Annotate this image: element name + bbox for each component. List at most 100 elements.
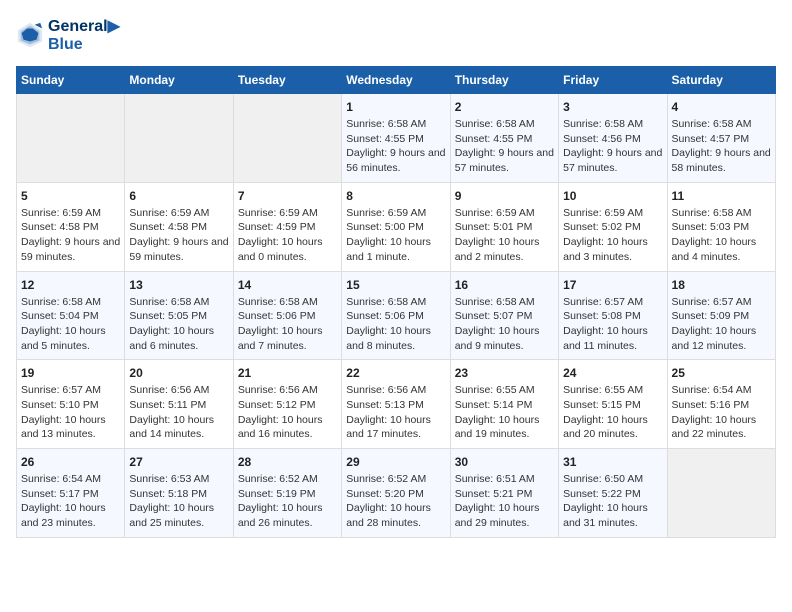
day-detail: Sunrise: 6:57 AMSunset: 5:10 PMDaylight:…: [21, 383, 120, 442]
calendar-cell: [125, 94, 233, 183]
weekday-header-sunday: Sunday: [17, 67, 125, 94]
logo-icon: [16, 21, 44, 49]
calendar-cell: 10 Sunrise: 6:59 AMSunset: 5:02 PMDayligh…: [559, 182, 667, 271]
calendar-cell: 1Sunrise: 6:58 AMSunset: 4:55 PMDaylight…: [342, 94, 450, 183]
day-detail: Sunrise: 6:56 AMSunset: 5:13 PMDaylight:…: [346, 383, 445, 442]
calendar-cell: 29Sunrise: 6:52 AMSunset: 5:20 PMDayligh…: [342, 449, 450, 538]
calendar-week-row: 19 Sunrise: 6:57 AMSunset: 5:10 PMDayligh…: [17, 360, 776, 449]
day-number: 2: [455, 100, 554, 114]
day-number: 25: [672, 366, 771, 380]
calendar-cell: 19 Sunrise: 6:57 AMSunset: 5:10 PMDayligh…: [17, 360, 125, 449]
day-number: 29: [346, 455, 445, 469]
calendar-cell: 8 Sunrise: 6:59 AMSunset: 5:00 PMDaylight…: [342, 182, 450, 271]
day-number: 18: [672, 278, 771, 292]
day-detail: Sunrise: 6:58 AMSunset: 5:07 PMDaylight:…: [455, 295, 554, 354]
calendar-cell: 22 Sunrise: 6:56 AMSunset: 5:13 PMDayligh…: [342, 360, 450, 449]
day-number: 21: [238, 366, 337, 380]
day-detail: Sunrise: 6:51 AMSunset: 5:21 PMDaylight:…: [455, 472, 554, 531]
day-number: 6: [129, 189, 228, 203]
day-detail: Sunrise: 6:58 AMSunset: 5:05 PMDaylight:…: [129, 295, 228, 354]
day-detail: Sunrise: 6:58 AMSunset: 5:06 PMDaylight:…: [346, 295, 445, 354]
day-number: 12: [21, 278, 120, 292]
day-detail: Sunrise: 6:58 AMSunset: 4:56 PMDaylight:…: [563, 117, 662, 176]
day-detail: Sunrise: 6:59 AMSunset: 4:58 PMDaylight:…: [129, 206, 228, 265]
day-detail: Sunrise: 6:59 AMSunset: 5:01 PMDaylight:…: [455, 206, 554, 265]
day-number: 30: [455, 455, 554, 469]
day-detail: Sunrise: 6:59 AMSunset: 4:59 PMDaylight:…: [238, 206, 337, 265]
day-number: 28: [238, 455, 337, 469]
calendar-cell: [17, 94, 125, 183]
day-number: 4: [672, 100, 771, 114]
day-number: 17: [563, 278, 662, 292]
calendar-cell: 20 Sunrise: 6:56 AMSunset: 5:11 PMDayligh…: [125, 360, 233, 449]
calendar-cell: 31 Sunrise: 6:50 AMSunset: 5:22 PMDayligh…: [559, 449, 667, 538]
day-detail: Sunrise: 6:59 AMSunset: 5:02 PMDaylight:…: [563, 206, 662, 265]
calendar-cell: 5 Sunrise: 6:59 AMSunset: 4:58 PMDaylight…: [17, 182, 125, 271]
day-number: 31: [563, 455, 662, 469]
calendar-cell: 18Sunrise: 6:57 AMSunset: 5:09 PMDayligh…: [667, 271, 775, 360]
day-number: 9: [455, 189, 554, 203]
day-number: 10: [563, 189, 662, 203]
day-number: 23: [455, 366, 554, 380]
day-number: 16: [455, 278, 554, 292]
calendar-cell: 27 Sunrise: 6:53 AMSunset: 5:18 PMDayligh…: [125, 449, 233, 538]
weekday-header-thursday: Thursday: [450, 67, 558, 94]
calendar-cell: 25Sunrise: 6:54 AMSunset: 5:16 PMDayligh…: [667, 360, 775, 449]
day-detail: Sunrise: 6:58 AMSunset: 5:04 PMDaylight:…: [21, 295, 120, 354]
day-number: 20: [129, 366, 228, 380]
day-number: 26: [21, 455, 120, 469]
day-detail: Sunrise: 6:58 AMSunset: 5:03 PMDaylight:…: [672, 206, 771, 265]
day-detail: Sunrise: 6:52 AMSunset: 5:19 PMDaylight:…: [238, 472, 337, 531]
day-number: 7: [238, 189, 337, 203]
day-number: 19: [21, 366, 120, 380]
calendar-cell: 30 Sunrise: 6:51 AMSunset: 5:21 PMDayligh…: [450, 449, 558, 538]
day-detail: Sunrise: 6:58 AMSunset: 4:55 PMDaylight:…: [455, 117, 554, 176]
weekday-header-wednesday: Wednesday: [342, 67, 450, 94]
day-detail: Sunrise: 6:59 AMSunset: 4:58 PMDaylight:…: [21, 206, 120, 265]
day-detail: Sunrise: 6:56 AMSunset: 5:12 PMDaylight:…: [238, 383, 337, 442]
day-detail: Sunrise: 6:50 AMSunset: 5:22 PMDaylight:…: [563, 472, 662, 531]
calendar-cell: 26 Sunrise: 6:54 AMSunset: 5:17 PMDayligh…: [17, 449, 125, 538]
calendar-cell: 13 Sunrise: 6:58 AMSunset: 5:05 PMDayligh…: [125, 271, 233, 360]
day-number: 24: [563, 366, 662, 380]
logo-text: General▶ Blue: [48, 16, 120, 54]
calendar-cell: [233, 94, 341, 183]
day-number: 27: [129, 455, 228, 469]
day-detail: Sunrise: 6:54 AMSunset: 5:17 PMDaylight:…: [21, 472, 120, 531]
weekday-header-row: SundayMondayTuesdayWednesdayThursdayFrid…: [17, 67, 776, 94]
calendar-cell: 6 Sunrise: 6:59 AMSunset: 4:58 PMDaylight…: [125, 182, 233, 271]
page-header: General▶ Blue: [16, 16, 776, 54]
calendar-cell: 15Sunrise: 6:58 AMSunset: 5:06 PMDayligh…: [342, 271, 450, 360]
weekday-header-tuesday: Tuesday: [233, 67, 341, 94]
day-detail: Sunrise: 6:55 AMSunset: 5:14 PMDaylight:…: [455, 383, 554, 442]
weekday-header-monday: Monday: [125, 67, 233, 94]
day-detail: Sunrise: 6:55 AMSunset: 5:15 PMDaylight:…: [563, 383, 662, 442]
calendar-cell: 17 Sunrise: 6:57 AMSunset: 5:08 PMDayligh…: [559, 271, 667, 360]
calendar-cell: 9 Sunrise: 6:59 AMSunset: 5:01 PMDaylight…: [450, 182, 558, 271]
day-detail: Sunrise: 6:57 AMSunset: 5:08 PMDaylight:…: [563, 295, 662, 354]
day-number: 13: [129, 278, 228, 292]
calendar-table: SundayMondayTuesdayWednesdayThursdayFrid…: [16, 66, 776, 538]
calendar-cell: 14Sunrise: 6:58 AMSunset: 5:06 PMDayligh…: [233, 271, 341, 360]
calendar-cell: 24 Sunrise: 6:55 AMSunset: 5:15 PMDayligh…: [559, 360, 667, 449]
calendar-cell: 2 Sunrise: 6:58 AMSunset: 4:55 PMDaylight…: [450, 94, 558, 183]
calendar-cell: 28 Sunrise: 6:52 AMSunset: 5:19 PMDayligh…: [233, 449, 341, 538]
day-number: 3: [563, 100, 662, 114]
calendar-cell: 7 Sunrise: 6:59 AMSunset: 4:59 PMDaylight…: [233, 182, 341, 271]
day-number: 8: [346, 189, 445, 203]
day-detail: Sunrise: 6:59 AMSunset: 5:00 PMDaylight:…: [346, 206, 445, 265]
day-number: 5: [21, 189, 120, 203]
day-detail: Sunrise: 6:53 AMSunset: 5:18 PMDaylight:…: [129, 472, 228, 531]
day-detail: Sunrise: 6:58 AMSunset: 4:57 PMDaylight:…: [672, 117, 771, 176]
day-number: 14: [238, 278, 337, 292]
calendar-cell: 4 Sunrise: 6:58 AMSunset: 4:57 PMDaylight…: [667, 94, 775, 183]
day-detail: Sunrise: 6:56 AMSunset: 5:11 PMDaylight:…: [129, 383, 228, 442]
calendar-cell: 21 Sunrise: 6:56 AMSunset: 5:12 PMDayligh…: [233, 360, 341, 449]
day-number: 22: [346, 366, 445, 380]
logo: General▶ Blue: [16, 16, 120, 54]
calendar-cell: 11Sunrise: 6:58 AMSunset: 5:03 PMDayligh…: [667, 182, 775, 271]
calendar-cell: 3 Sunrise: 6:58 AMSunset: 4:56 PMDaylight…: [559, 94, 667, 183]
day-detail: Sunrise: 6:58 AMSunset: 4:55 PMDaylight:…: [346, 117, 445, 176]
calendar-week-row: 12 Sunrise: 6:58 AMSunset: 5:04 PMDayligh…: [17, 271, 776, 360]
calendar-week-row: 26 Sunrise: 6:54 AMSunset: 5:17 PMDayligh…: [17, 449, 776, 538]
